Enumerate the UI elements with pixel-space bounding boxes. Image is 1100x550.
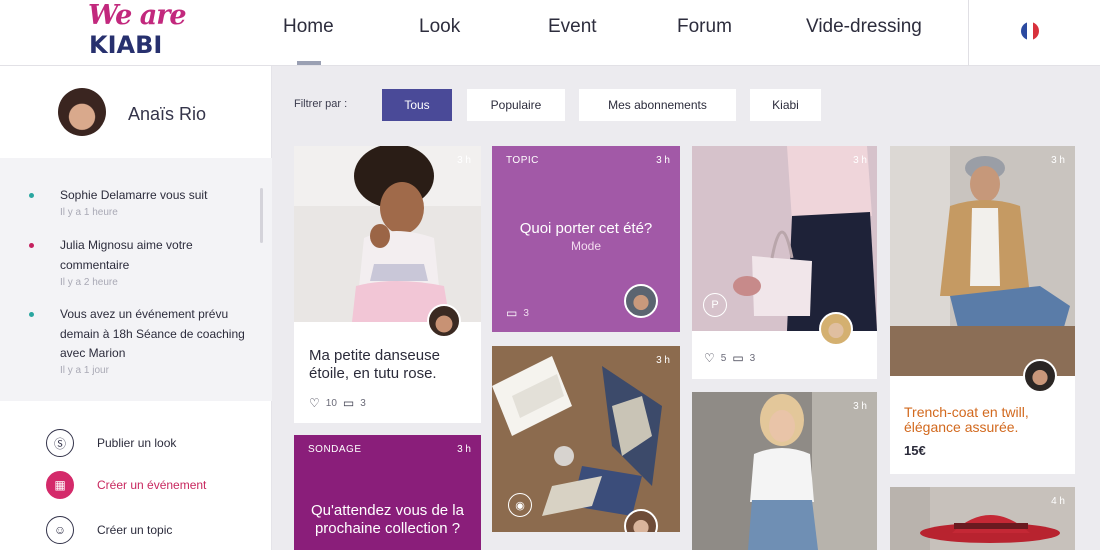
topic-subtitle: Mode bbox=[570, 239, 602, 253]
post-time: 3 h bbox=[1051, 155, 1065, 166]
nav-forum[interactable]: Forum bbox=[677, 16, 732, 38]
like-count: 10 bbox=[325, 397, 337, 409]
publish-look-label: Publier un look bbox=[97, 436, 177, 450]
like-count: 5 bbox=[720, 352, 727, 364]
filter-tous[interactable]: Tous bbox=[382, 89, 452, 121]
camera-icon[interactable]: ◉ bbox=[508, 493, 532, 517]
notifications-scrollbar[interactable] bbox=[260, 188, 263, 243]
filter-kiabi[interactable]: Kiabi bbox=[750, 89, 821, 121]
teal-dot-icon bbox=[29, 312, 34, 317]
chat-icon: ☺ bbox=[46, 516, 74, 544]
teal-dot-icon bbox=[29, 193, 34, 198]
pink-dot-icon bbox=[29, 243, 34, 248]
nav-vide-dressing[interactable]: Vide-dressing bbox=[806, 16, 922, 38]
filter-populaire[interactable]: Populaire bbox=[467, 89, 565, 121]
create-topic-label: Créer un topic bbox=[97, 523, 173, 537]
topic-stats: ▭ 3 bbox=[506, 306, 529, 320]
logo-kiabi: KIABI bbox=[89, 31, 163, 59]
post-time: 3 h bbox=[457, 155, 471, 166]
post-card-girl[interactable]: 3 h Ma petite danseuse étoile, en tutu r… bbox=[294, 146, 481, 423]
author-avatar[interactable] bbox=[427, 304, 461, 338]
nav-home[interactable]: Home bbox=[283, 16, 334, 38]
header-divider bbox=[968, 0, 969, 66]
notifications-panel: Sophie Delamarre vous suit Il y a 1 heur… bbox=[0, 158, 272, 401]
post-title-line1: Ma petite danseuse bbox=[309, 347, 440, 364]
post-card-blonde[interactable]: 3 h bbox=[692, 392, 877, 550]
girl-photo bbox=[294, 146, 481, 322]
man-photo bbox=[890, 146, 1075, 376]
comment-count: 3 bbox=[360, 397, 366, 409]
author-avatar[interactable] bbox=[1023, 359, 1057, 393]
flag-fr-icon[interactable] bbox=[1021, 22, 1039, 40]
poll-title-line1: Qu'attendez vous de la bbox=[311, 502, 464, 519]
publish-look-button[interactable]: Ⓢ Publier un look bbox=[0, 427, 272, 457]
poll-card[interactable]: SONDAGE 3 h Qu'attendez vous de la proch… bbox=[294, 435, 481, 550]
post-card-bag[interactable]: 3 h P ♡ 5 ▭ 3 bbox=[692, 146, 877, 379]
post-title-line2: étoile, en tutu rose. bbox=[309, 365, 437, 382]
post-time: 3 h bbox=[656, 155, 670, 166]
logo-we-are: We are bbox=[88, 0, 187, 31]
notification-text: Sophie Delamarre vous suit bbox=[60, 188, 208, 202]
post-time: 3 h bbox=[853, 155, 867, 166]
product-price: 15€ bbox=[904, 443, 926, 458]
notification-text: Julia Mignosu aime votre commentaire bbox=[60, 238, 193, 272]
topic-card[interactable]: TOPIC 3 h Quoi porter cet été? Mode ▭ 3 bbox=[492, 146, 680, 332]
comment-count: 3 bbox=[749, 352, 756, 364]
comment-icon[interactable]: ▭ bbox=[506, 306, 517, 320]
notification-time: Il y a 2 heure bbox=[60, 277, 118, 288]
user-name: Anaïs Rio bbox=[128, 104, 207, 124]
post-time: 4 h bbox=[1051, 496, 1065, 507]
kiabi-logo[interactable]: We are KIABI bbox=[86, 0, 187, 60]
nav-look[interactable]: Look bbox=[419, 16, 460, 38]
top-header: We are KIABI Home Look Event Forum Vide-… bbox=[0, 0, 1100, 66]
post-card-shoes[interactable]: 3 h ◉ bbox=[492, 346, 680, 532]
hat-photo bbox=[890, 487, 1075, 550]
topic-title: Quoi porter cet été? bbox=[519, 220, 653, 237]
notification-time: Il y a 1 jour bbox=[60, 365, 109, 376]
post-card-man[interactable]: 3 h Trench-coat en twill, élégance assur… bbox=[890, 146, 1075, 474]
nav-active-indicator bbox=[297, 61, 321, 65]
post-time: 3 h bbox=[457, 444, 471, 455]
sidebar: Anaïs Rio Sophie Delamarre vous suit Il … bbox=[0, 66, 272, 550]
author-avatar[interactable] bbox=[819, 312, 853, 346]
heart-icon[interactable]: ♡ bbox=[309, 396, 320, 410]
filter-label: Filtrer par : bbox=[294, 98, 348, 110]
hanger-icon: Ⓢ bbox=[46, 429, 74, 457]
nav-event[interactable]: Event bbox=[548, 16, 597, 38]
post-tag: SONDAGE bbox=[308, 444, 362, 455]
post-stats: ♡ 10 ▭ 3 bbox=[309, 396, 366, 410]
comment-icon[interactable]: ▭ bbox=[343, 396, 354, 410]
create-event-label: Créer un événement bbox=[97, 478, 207, 492]
post-stats: ♡ 5 ▭ 3 bbox=[704, 351, 755, 365]
post-title-line1: Trench-coat en twill, bbox=[904, 404, 1029, 420]
create-topic-button[interactable]: ☺ Créer un topic bbox=[0, 514, 272, 544]
create-event-button[interactable]: ▦ Créer un événement bbox=[0, 469, 272, 499]
heart-icon[interactable]: ♡ bbox=[704, 351, 715, 365]
post-card-hat[interactable]: 4 h bbox=[890, 487, 1075, 550]
author-avatar[interactable] bbox=[624, 284, 658, 318]
post-time: 3 h bbox=[656, 355, 670, 366]
post-tag: TOPIC bbox=[506, 155, 539, 166]
comment-icon[interactable]: ▭ bbox=[732, 351, 743, 365]
calendar-icon: ▦ bbox=[46, 471, 74, 499]
blonde-photo bbox=[692, 392, 877, 550]
post-title-line2: élégance assurée. bbox=[904, 419, 1019, 435]
comment-count: 3 bbox=[523, 307, 529, 319]
notification-time: Il y a 1 heure bbox=[60, 207, 118, 218]
pinterest-icon[interactable]: P bbox=[703, 293, 727, 317]
notification-text: Vous avez un événement prévu demain à 18… bbox=[60, 307, 245, 360]
filter-mes-abonnements[interactable]: Mes abonnements bbox=[579, 89, 736, 121]
post-time: 3 h bbox=[853, 401, 867, 412]
avatar[interactable] bbox=[58, 88, 106, 136]
user-profile[interactable]: Anaïs Rio bbox=[0, 66, 272, 158]
poll-title-line2: prochaine collection ? bbox=[314, 520, 461, 537]
